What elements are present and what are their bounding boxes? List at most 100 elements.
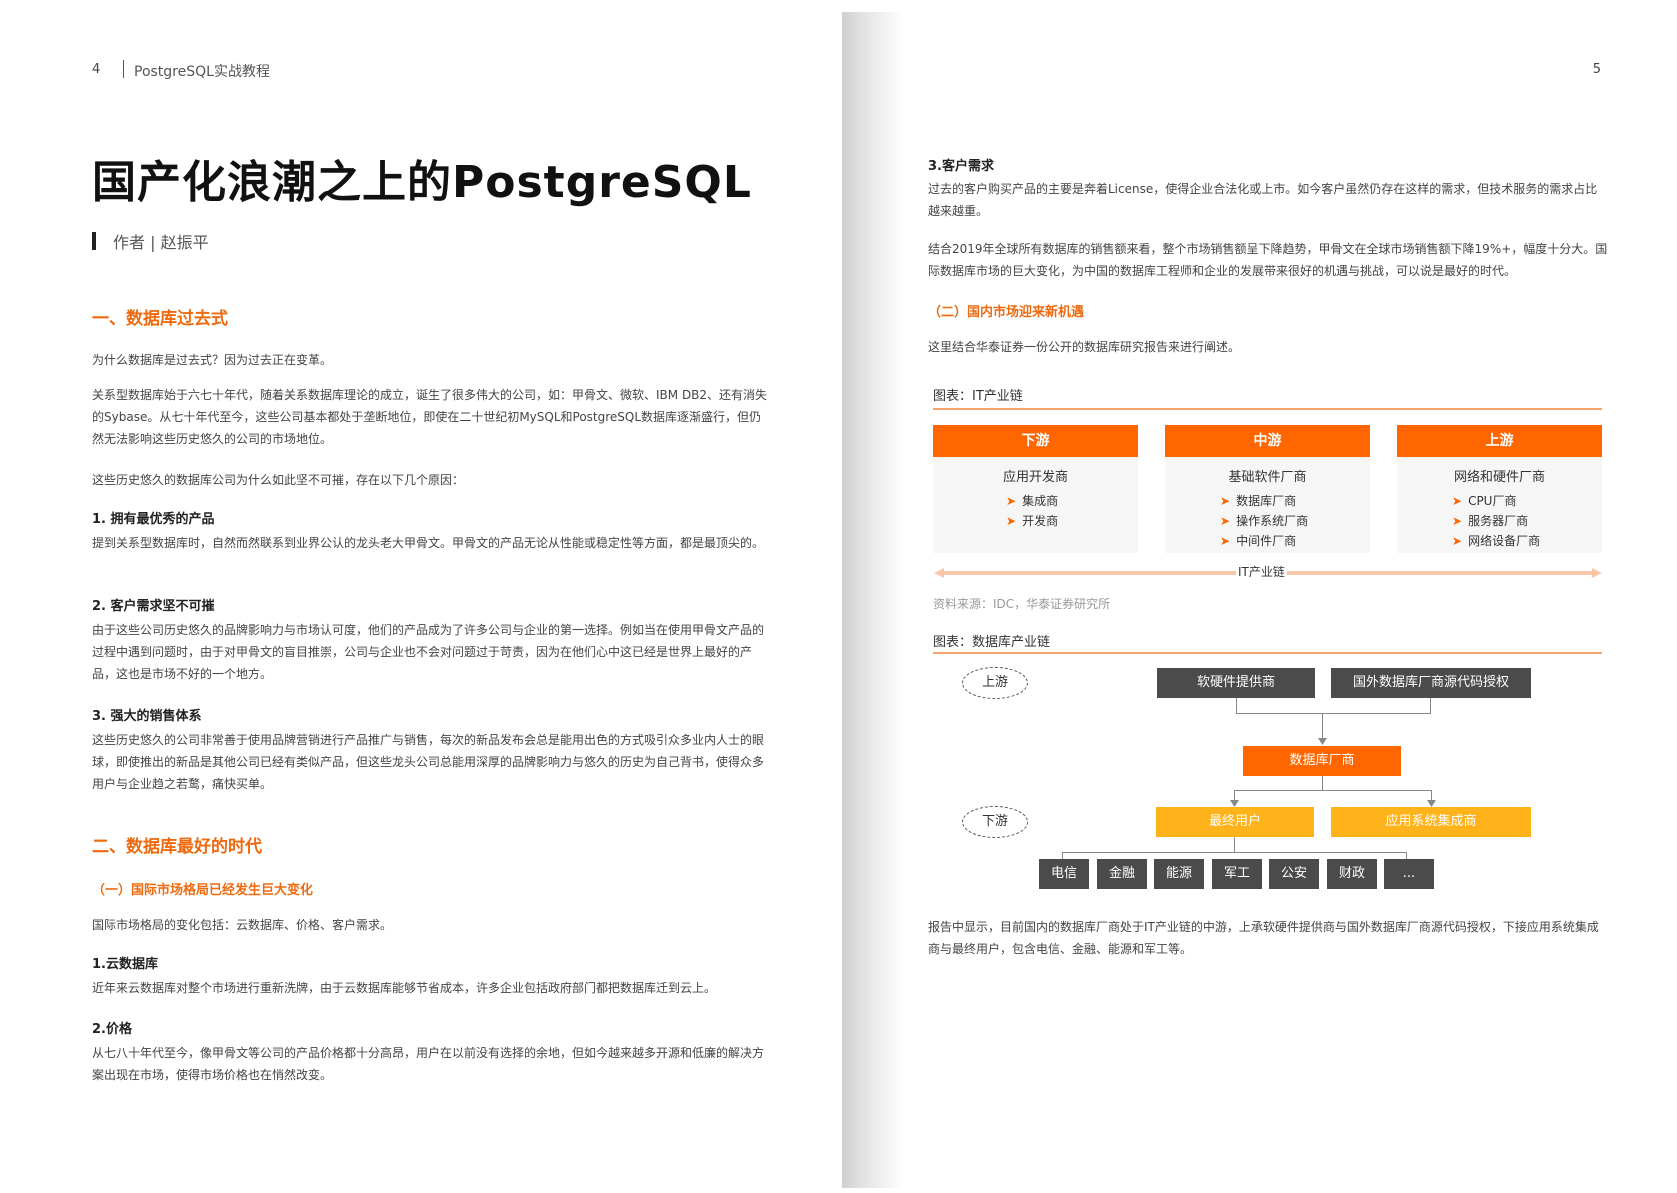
connector — [1234, 790, 1432, 791]
industry-box: 金融 — [1097, 859, 1147, 889]
chevron-right-icon: ➤ — [1452, 514, 1463, 528]
author-line: 作者 | 赵振平 — [113, 233, 209, 252]
paragraph: 关系型数据库始于六七十年代，随着关系数据库理论的成立，诞生了很多伟大的公司，如：… — [92, 388, 768, 446]
column-subtitle: 基础软件厂商 — [1228, 470, 1307, 485]
section-title: 二、数据库最好的时代 — [92, 837, 262, 857]
paragraph: 从七八十年代至今，像甲骨文等公司的产品价格都十分高昂，用户在以前没有选择的余地，… — [92, 1046, 765, 1082]
list-item-label: 数据库厂商 — [1236, 494, 1297, 508]
connector — [1236, 713, 1431, 714]
list-item-label: 开发商 — [1022, 514, 1059, 528]
chevron-right-icon: ➤ — [1220, 514, 1231, 528]
end-user-box: 最终用户 — [1156, 807, 1314, 837]
subsection-title: （二）国内市场迎来新机遇 — [928, 305, 1085, 320]
column-list: ➤ 集成商 ➤ 开发商 — [1006, 491, 1138, 531]
paragraph: 这些历史悠久的数据库公司为什么如此坚不可摧，存在以下几个原因： — [92, 473, 465, 487]
industry-box: 军工 — [1212, 859, 1262, 889]
paragraph: 这里结合华泰证券一份公开的数据库研究报告来进行阐述。 — [928, 340, 1241, 354]
arrow-down-icon — [1230, 800, 1239, 807]
figure-rule — [933, 652, 1602, 654]
connector — [1236, 698, 1237, 713]
article-title: 国产化浪潮之上的PostgreSQL — [92, 157, 752, 208]
figure-caption: 图表：IT产业链 — [933, 389, 1023, 404]
subheading: 3. 强大的销售体系 — [92, 709, 202, 724]
industry-box: ... — [1384, 859, 1434, 889]
connector — [1406, 852, 1407, 859]
paragraph: 结合2019年全球所有数据库的销售额来看，整个市场销售额呈下降趋势，甲骨文在全球… — [928, 242, 1608, 278]
industry-box: 财政 — [1327, 859, 1377, 889]
chain-label: IT产业链 — [1236, 563, 1287, 580]
subsection-title: （一）国际市场格局已经发生巨大变化 — [92, 883, 314, 898]
paragraph: 报告中显示，目前国内的数据库厂商处于IT产业链的中游，上承软硬件提供商与国外数据… — [928, 920, 1599, 956]
paragraph: 这些历史悠久的公司非常善于使用品牌营销进行产品推广与销售，每次的新品发布会总是能… — [92, 733, 765, 791]
running-header: PostgreSQL实战教程 — [134, 64, 270, 80]
it-chain-downstream: 下游 应用开发商 ➤ 集成商 ➤ 开发商 — [933, 425, 1138, 553]
figure-rule — [933, 408, 1602, 410]
list-item-label: 操作系统厂商 — [1236, 514, 1309, 528]
subheading: 3.客户需求 — [928, 159, 994, 174]
column-subtitle: 应用开发商 — [1002, 470, 1068, 485]
it-chain-midstream: 中游 基础软件厂商 ➤ 数据库厂商 ➤ 操作系统厂商 ➤ 中间件厂商 — [1165, 425, 1370, 553]
upstream-label: 上游 — [962, 667, 1028, 699]
list-item: ➤ 服务器厂商 — [1452, 511, 1602, 531]
column-subtitle: 网络和硬件厂商 — [1453, 470, 1545, 485]
list-item-label: 集成商 — [1022, 494, 1059, 508]
column-list: ➤ CPU厂商 ➤ 服务器厂商 ➤ 网络设备厂商 — [1452, 491, 1602, 551]
chevron-right-icon: ➤ — [1452, 494, 1463, 508]
paragraph: 国际市场格局的变化包括：云数据库、价格、客户需求。 — [92, 918, 393, 932]
author-marker — [92, 232, 96, 250]
column-header: 下游 — [933, 425, 1138, 457]
list-item: ➤ 中间件厂商 — [1220, 531, 1370, 551]
integrator-box: 应用系统集成商 — [1331, 807, 1531, 837]
it-chain-upstream: 上游 网络和硬件厂商 ➤ CPU厂商 ➤ 服务器厂商 ➤ 网络设备厂商 — [1397, 425, 1602, 553]
header-divider — [123, 60, 124, 78]
column-header: 上游 — [1397, 425, 1602, 457]
connector — [1430, 698, 1431, 713]
book-spine-shadow — [842, 12, 906, 1188]
subheading: 2. 客户需求坚不可摧 — [92, 599, 215, 614]
paragraph: 近年来云数据库对整个市场进行重新洗牌，由于云数据库能够节省成本，许多企业包括政府… — [92, 981, 717, 995]
list-item-label: 服务器厂商 — [1468, 514, 1529, 528]
column-header: 中游 — [1165, 425, 1370, 457]
arrow-down-icon — [1427, 800, 1436, 807]
chevron-right-icon: ➤ — [1220, 494, 1231, 508]
downstream-label: 下游 — [962, 806, 1028, 838]
paragraph: 由于这些公司历史悠久的品牌影响力与市场认可度，他们的产品成为了许多公司与企业的第… — [92, 623, 765, 681]
list-item-label: 网络设备厂商 — [1468, 534, 1541, 548]
chevron-right-icon: ➤ — [1452, 534, 1463, 548]
subheading: 1.云数据库 — [92, 957, 158, 972]
section-title: 一、数据库过去式 — [92, 309, 228, 329]
figure-source: 资料来源：IDC，华泰证券研究所 — [933, 597, 1111, 611]
subheading: 2.价格 — [92, 1022, 132, 1037]
industry-box: 公安 — [1269, 859, 1319, 889]
db-vendor-box: 数据库厂商 — [1243, 746, 1401, 776]
chevron-right-icon: ➤ — [1006, 494, 1017, 508]
list-item: ➤ 网络设备厂商 — [1452, 531, 1602, 551]
subheading: 1. 拥有最优秀的产品 — [92, 512, 215, 527]
column-list: ➤ 数据库厂商 ➤ 操作系统厂商 ➤ 中间件厂商 — [1220, 491, 1370, 551]
left-page: 4 PostgreSQL实战教程 国产化浪潮之上的PostgreSQL 作者 |… — [0, 0, 842, 1193]
paragraph: 为什么数据库是过去式？因为过去正在变革。 — [92, 353, 333, 367]
connector — [1322, 776, 1323, 790]
list-item: ➤ 操作系统厂商 — [1220, 511, 1370, 531]
paragraph: 过去的客户购买产品的主要是奔着License，使得企业合法化或上市。如今客户虽然… — [928, 182, 1598, 218]
connector — [1062, 852, 1407, 853]
figure-caption: 图表：数据库产业链 — [933, 635, 1051, 650]
industry-box: 电信 — [1039, 859, 1089, 889]
foreign-source-box: 国外数据库厂商源代码授权 — [1331, 668, 1531, 698]
list-item-label: 中间件厂商 — [1236, 534, 1297, 548]
arrow-down-icon — [1318, 738, 1327, 745]
industry-box: 能源 — [1154, 859, 1204, 889]
hw-provider-box: 软硬件提供商 — [1157, 668, 1315, 698]
connector — [1062, 852, 1063, 859]
paragraph: 提到关系型数据库时，自然而然联系到业界公认的龙头老大甲骨文。甲骨文的产品无论从性… — [92, 536, 765, 550]
list-item: ➤ 开发商 — [1006, 511, 1138, 531]
list-item: ➤ 集成商 — [1006, 491, 1138, 511]
page-number: 5 — [1592, 62, 1601, 77]
list-item: ➤ CPU厂商 — [1452, 491, 1602, 511]
chevron-right-icon: ➤ — [1006, 514, 1017, 528]
page-number: 4 — [92, 62, 101, 77]
list-item-label: CPU厂商 — [1468, 494, 1517, 508]
connector — [1234, 837, 1235, 852]
connector — [1322, 713, 1323, 741]
list-item: ➤ 数据库厂商 — [1220, 491, 1370, 511]
